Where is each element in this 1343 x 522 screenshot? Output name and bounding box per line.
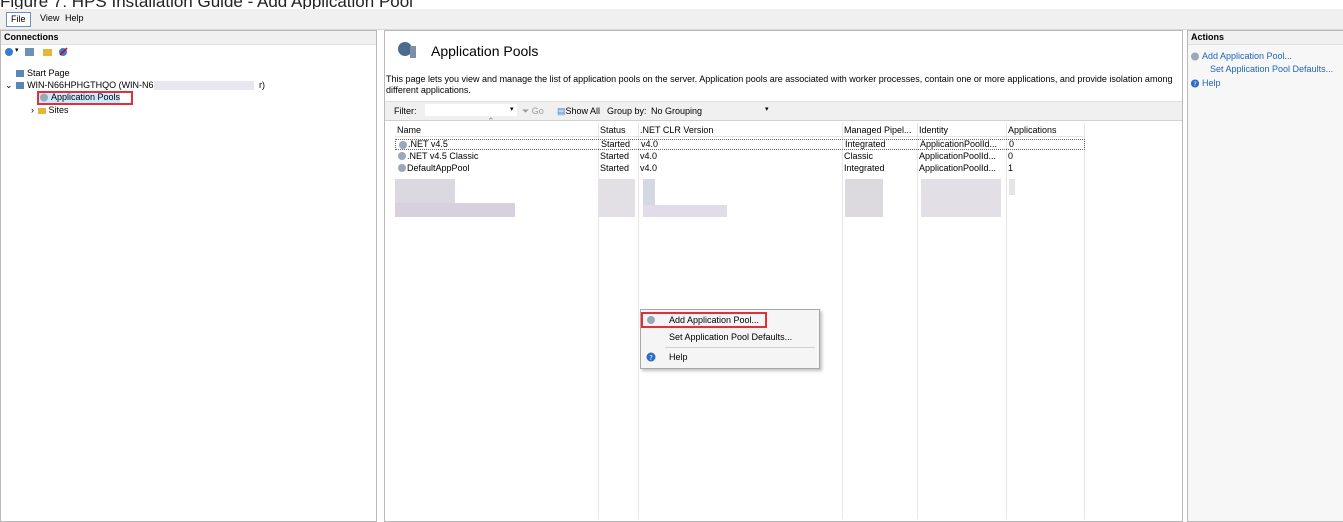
- disconnect-icon[interactable]: [58, 47, 69, 57]
- filter-label: Filter:: [394, 106, 417, 116]
- app-pool-icon: [399, 141, 407, 149]
- group-by-select[interactable]: No Grouping ▾: [647, 104, 775, 116]
- connections-toolbar: ▾: [4, 47, 374, 59]
- table-row[interactable]: .NET v4.5 Started v4.0 Integrated Applic…: [395, 139, 1085, 150]
- menu-bar: File View Help: [0, 9, 1343, 30]
- ctx-help[interactable]: ? Help: [641, 349, 819, 365]
- highlight-add-app-pool: [641, 312, 767, 328]
- redacted-rows: [599, 179, 635, 217]
- redacted-rows: [921, 179, 1001, 217]
- table-row[interactable]: .NET v4.5 Classic Started v4.0 Classic A…: [395, 151, 1085, 162]
- collapse-arrow-icon[interactable]: ›: [31, 105, 34, 115]
- svg-text:?: ?: [1193, 81, 1196, 88]
- ctx-set-defaults[interactable]: Set Application Pool Defaults...: [641, 329, 819, 345]
- show-all-icon: ▤: [557, 106, 566, 116]
- funnel-icon: ⏷: [522, 106, 530, 116]
- highlight-app-pools: [37, 91, 133, 105]
- tree-server[interactable]: ⌄ WIN-N66HPHGTHQO (WIN-N6: [5, 80, 154, 91]
- content-panel: Application Pools This page lets you vie…: [384, 30, 1183, 522]
- redacted-rows: [643, 205, 727, 217]
- tree-start-page[interactable]: Start Page: [15, 68, 70, 79]
- col-applications[interactable]: Applications: [1008, 125, 1057, 136]
- actions-panel: Actions Add Application Pool... Set Appl…: [1187, 30, 1343, 522]
- table-header: Name ⌃ Status .NET CLR Version Managed P…: [395, 116, 1085, 137]
- table-row[interactable]: DefaultAppPool Started v4.0 Integrated A…: [395, 163, 1085, 174]
- sites-folder-icon: [37, 108, 46, 115]
- chevron-down-icon: ▾: [765, 106, 769, 113]
- application-pools-icon: [398, 42, 416, 58]
- col-managed-pipeline[interactable]: Managed Pipel...: [844, 125, 912, 136]
- server-name-suffix: r): [259, 80, 265, 90]
- start-page-icon: [16, 70, 24, 78]
- redacted-rows: [395, 203, 515, 217]
- menu-view[interactable]: View: [36, 12, 63, 25]
- col-name[interactable]: Name: [397, 125, 421, 136]
- filter-input[interactable]: [425, 104, 517, 116]
- col-clr-version[interactable]: .NET CLR Version: [640, 125, 713, 136]
- action-add-application-pool[interactable]: Add Application Pool...: [1190, 51, 1342, 62]
- redacted-rows: [1009, 179, 1015, 195]
- app-pool-icon: [1191, 52, 1199, 61]
- col-status[interactable]: Status: [600, 125, 626, 136]
- action-set-defaults[interactable]: Set Application Pool Defaults...: [1210, 64, 1342, 75]
- expand-arrow-icon[interactable]: ⌄: [5, 80, 13, 90]
- up-icon[interactable]: [42, 47, 53, 57]
- connect-icon[interactable]: [4, 47, 15, 57]
- filter-toolbar: Filter: ▾ ⏷ Go ▤Show All Group by: No Gr…: [385, 101, 1182, 121]
- tree-sites[interactable]: › Sites: [31, 105, 69, 116]
- save-icon[interactable]: [24, 47, 35, 57]
- dropdown-arrow-icon[interactable]: ▾: [15, 46, 19, 54]
- group-by-label: Group by:: [607, 106, 647, 116]
- server-icon: [16, 82, 25, 90]
- sort-arrow-icon: ⌃: [487, 116, 495, 126]
- help-icon: ?: [646, 352, 656, 362]
- menu-divider: [665, 347, 815, 348]
- help-icon: ?: [1190, 79, 1200, 88]
- context-menu: Add Application Pool... Set Application …: [640, 309, 820, 369]
- app-pool-icon: [398, 164, 406, 172]
- go-button[interactable]: ⏷ Go: [522, 106, 544, 117]
- page-description: This page lets you view and manage the l…: [386, 74, 1173, 95]
- redacted-rows: [845, 179, 883, 217]
- app-pool-icon: [398, 152, 406, 160]
- menu-file[interactable]: File: [6, 12, 31, 27]
- filter-dropdown-icon[interactable]: ▾: [510, 105, 514, 113]
- svg-text:?: ?: [649, 354, 653, 362]
- redacted-region: [154, 81, 254, 90]
- actions-header: Actions: [1188, 31, 1343, 45]
- connections-panel: Connections ▾ Start Page ⌄ WIN-N66HPHGTH…: [0, 30, 377, 522]
- show-all-button[interactable]: ▤Show All: [557, 106, 600, 117]
- col-identity[interactable]: Identity: [919, 125, 948, 136]
- page-title: Application Pools: [431, 43, 539, 59]
- menu-help[interactable]: Help: [61, 12, 88, 25]
- connections-header: Connections: [1, 31, 376, 45]
- action-help[interactable]: ? Help: [1190, 78, 1342, 89]
